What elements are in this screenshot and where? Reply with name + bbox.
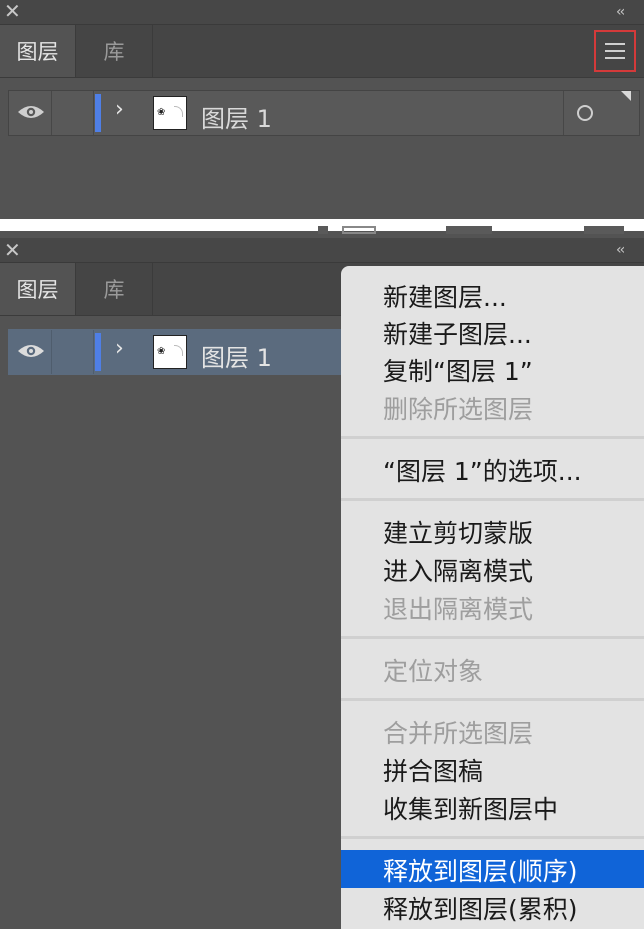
menu-item-collect-in-new-layer[interactable]: 收集到新图层中 <box>383 790 558 826</box>
menu-separator <box>341 698 644 701</box>
tab-bar: 图层 库 <box>0 25 644 78</box>
visibility-eye-icon[interactable] <box>17 342 45 360</box>
menu-item-duplicate-layer[interactable]: 复制“图层 1” <box>383 352 533 388</box>
menu-item-new-sublayer[interactable]: 新建子图层... <box>383 315 532 351</box>
tab-libraries[interactable]: 库 <box>76 25 153 77</box>
menu-item-delete-selected: 删除所选图层 <box>383 395 534 424</box>
tab-libraries[interactable]: 库 <box>76 263 153 315</box>
layer-name[interactable]: 图层 1 <box>201 99 272 134</box>
layer-row[interactable]: › ❀ 图层 1 <box>8 90 640 136</box>
menu-separator <box>341 636 644 639</box>
collapse-panel-icon[interactable]: ‹‹ <box>616 0 625 24</box>
panel-menu-button[interactable] <box>594 30 636 72</box>
close-icon[interactable]: ✕ <box>4 238 21 262</box>
layer-name[interactable]: 图层 1 <box>201 338 272 373</box>
hamburger-icon <box>605 43 625 45</box>
menu-item-layer-options[interactable]: “图层 1”的选项... <box>383 452 582 488</box>
menu-separator <box>341 436 644 439</box>
panel-title-strip <box>0 0 644 25</box>
collapse-panel-icon[interactable]: ‹‹ <box>616 238 625 262</box>
menu-item-release-to-layers-build[interactable]: 释放到图层(累积) <box>383 890 578 926</box>
menu-item-exit-isolation: 退出隔离模式 <box>383 595 534 624</box>
layers-panel-top: ✕ ‹‹ 图层 库 › ❀ 图层 1 <box>0 0 644 219</box>
menu-item-merge-selected: 合并所选图层 <box>383 719 534 748</box>
layer-color-bar <box>95 333 101 371</box>
menu-item-enter-isolation[interactable]: 进入隔离模式 <box>383 552 533 588</box>
menu-item-make-clipping-mask[interactable]: 建立剪切蒙版 <box>383 514 533 550</box>
menu-separator <box>341 498 644 501</box>
tab-layers[interactable]: 图层 <box>0 25 76 77</box>
close-icon[interactable]: ✕ <box>4 0 21 23</box>
menu-separator <box>341 836 644 839</box>
menu-item-new-layer[interactable]: 新建图层... <box>383 278 507 314</box>
menu-item-release-to-layers-sequence[interactable]: 释放到图层(顺序) <box>383 852 578 888</box>
target-circle-icon[interactable] <box>577 105 593 121</box>
expand-chevron-icon[interactable]: › <box>115 97 124 122</box>
layer-thumbnail: ❀ <box>153 96 187 130</box>
layer-thumbnail: ❀ <box>153 335 187 369</box>
menu-item-flatten-artwork[interactable]: 拼合图稿 <box>383 752 483 788</box>
panel-flyout-menu: 新建图层... 新建子图层... 复制“图层 1” 删除所选图层 “图层 1”的… <box>341 266 644 929</box>
tab-layers[interactable]: 图层 <box>0 263 76 315</box>
visibility-eye-icon[interactable] <box>17 103 45 121</box>
panel-title-strip-bottom <box>0 238 644 263</box>
expand-chevron-icon[interactable]: › <box>115 336 124 361</box>
menu-item-locate-object: 定位对象 <box>383 657 484 686</box>
corner-indicator-icon <box>621 91 631 101</box>
layer-color-bar <box>95 94 101 132</box>
